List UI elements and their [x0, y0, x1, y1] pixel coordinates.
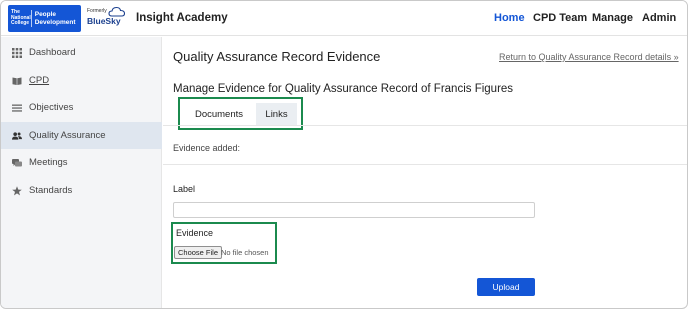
section-divider	[163, 164, 687, 165]
logo-left-text: The National College	[8, 10, 32, 27]
tab-links[interactable]: Links	[256, 103, 297, 126]
sidebar-item-dashboard[interactable]: Dashboard	[1, 39, 162, 66]
return-link[interactable]: Return to Quality Assurance Record detai…	[499, 52, 679, 62]
nav-home[interactable]: Home	[494, 12, 525, 24]
tab-documents[interactable]: Documents	[184, 103, 254, 126]
label-input[interactable]	[173, 202, 535, 218]
sidebar-item-cpd[interactable]: CPD	[1, 67, 162, 94]
sidebar-item-label: Dashboard	[29, 47, 76, 58]
sub-title: Manage Evidence for Quality Assurance Re…	[173, 83, 514, 95]
book-icon	[12, 76, 22, 86]
sidebar-item-label: Quality Assurance	[29, 130, 106, 141]
sidebar-item-quality-assurance[interactable]: Quality Assurance	[1, 122, 162, 149]
star-icon	[12, 185, 22, 196]
nav-manage[interactable]: Manage	[592, 12, 633, 24]
bluesky-logo-text: BlueSky	[87, 16, 121, 26]
grid-icon	[12, 47, 22, 58]
sidebar-item-label: CPD	[29, 75, 50, 86]
page-title: Quality Assurance Record Evidence	[173, 49, 381, 64]
sidebar-item-meetings[interactable]: Meetings	[1, 149, 162, 176]
list-icon	[12, 103, 22, 113]
label-field-label: Label	[173, 184, 196, 194]
nav-admin[interactable]: Admin	[642, 12, 676, 24]
top-bar: The National College People Development …	[1, 1, 687, 36]
sidebar-item-objectives[interactable]: Objectives	[1, 94, 162, 121]
sidebar-item-label: Meetings	[29, 157, 68, 168]
app-window: The National College People Development …	[0, 0, 688, 309]
logo-right-text: People Development	[34, 11, 76, 26]
formerly-text: Formerly	[87, 8, 107, 14]
chat-icon	[12, 158, 22, 168]
app-title: Insight Academy	[136, 12, 228, 24]
evidence-added-label: Evidence added:	[173, 143, 241, 153]
sidebar-item-standards[interactable]: Standards	[1, 177, 162, 204]
sidebar-item-label: Objectives	[29, 102, 74, 113]
nav-cpd-team[interactable]: CPD Team	[533, 12, 587, 24]
tabs-divider	[163, 125, 687, 126]
main-content: Quality Assurance Record Evidence Return…	[163, 37, 687, 308]
choose-file-button[interactable]: Choose File	[174, 246, 223, 259]
evidence-label: Evidence	[176, 228, 214, 238]
upload-button[interactable]: Upload	[477, 278, 535, 296]
sidebar: Dashboard CPD Objectives Quality Assuran…	[1, 37, 162, 308]
national-college-logo[interactable]: The National College People Development	[8, 5, 81, 32]
sidebar-item-label: Standards	[29, 185, 73, 196]
users-icon	[12, 131, 22, 141]
evidence-upload-group: Evidence Choose File No file chosen	[171, 222, 277, 264]
no-file-chosen-text: No file chosen	[221, 248, 269, 257]
